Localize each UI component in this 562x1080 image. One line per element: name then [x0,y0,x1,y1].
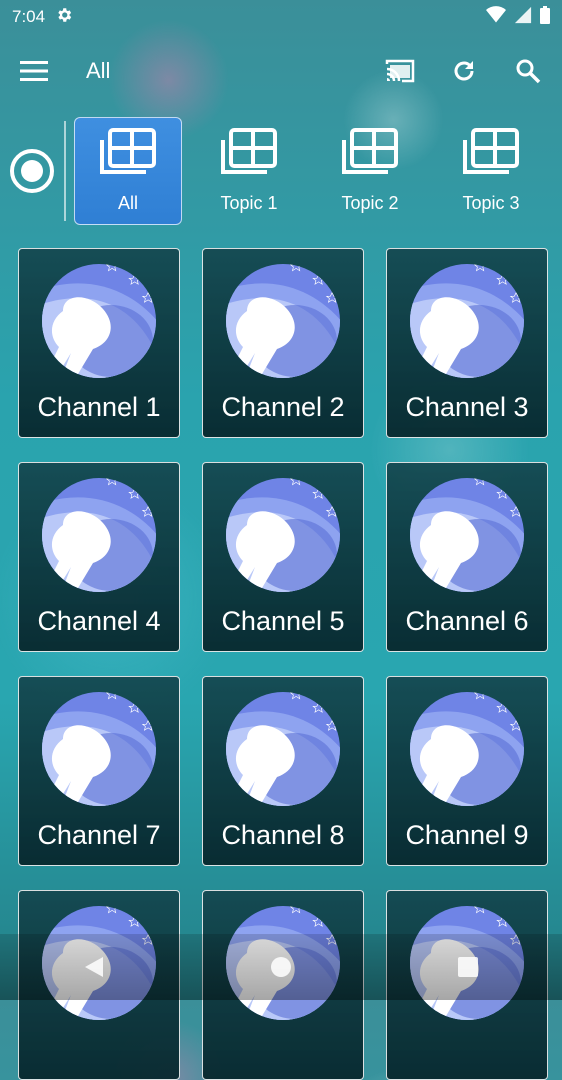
tab-label: All [117,193,138,213]
channel-card[interactable]: Channel 6 [386,462,548,652]
tab-topic-3[interactable]: Topic 3 [437,117,545,225]
tab-divider [64,121,66,221]
channel-card[interactable]: Channel 7 [18,676,180,866]
cast-icon[interactable] [382,53,418,89]
signal-icon [514,6,532,29]
channel-logo-icon [409,263,525,379]
record-icon[interactable] [10,149,54,193]
channel-label: Channel 4 [37,606,161,636]
status-bar: 7:04 [0,0,562,34]
channel-logo-icon [41,691,157,807]
wifi-icon [486,5,506,29]
channel-label: Channel 8 [221,820,345,850]
tab-label: Topic 2 [341,193,399,213]
app-bar: All [0,34,562,108]
recents-icon[interactable] [450,949,486,985]
grid-icon [463,128,519,181]
channel-card[interactable]: Channel 9 [386,676,548,866]
grid-icon [342,128,398,181]
menu-icon[interactable] [16,53,52,89]
channel-logo-icon [409,691,525,807]
back-icon[interactable] [76,949,112,985]
channel-card[interactable]: Channel 3 [386,248,548,438]
channel-logo-icon [41,263,157,379]
grid-icon [100,128,156,181]
tab-topic-1[interactable]: Topic 1 [195,117,303,225]
search-icon[interactable] [510,53,546,89]
channel-card[interactable]: Channel 5 [202,462,364,652]
channel-label: Channel 5 [221,606,345,636]
tab-label: Topic 1 [220,193,278,213]
page-title: All [86,58,111,83]
status-time: 7:04 [12,7,46,26]
home-icon[interactable] [263,949,299,985]
channel-label: Channel 2 [221,392,345,422]
gear-icon [55,6,73,29]
channel-label: Channel 7 [37,820,161,850]
channel-label: Channel 1 [37,392,161,422]
refresh-icon[interactable] [446,53,482,89]
tab-all[interactable]: All [74,117,182,225]
channel-card[interactable]: Channel 4 [18,462,180,652]
channel-card[interactable]: Channel 2 [202,248,364,438]
channel-logo-icon [41,477,157,593]
channel-logo-icon [225,477,341,593]
channel-label: Channel 6 [405,606,529,636]
channel-label: Channel 3 [405,392,529,422]
navigation-bar [0,934,562,1000]
channel-card[interactable]: Channel 1 [18,248,180,438]
channel-logo-icon [225,263,341,379]
tab-topic-2[interactable]: Topic 2 [316,117,424,225]
channel-logo-icon [409,477,525,593]
channel-label: Channel 9 [405,820,529,850]
topic-tabs: All Topic 1 Topic 2 Topic 3 [0,112,562,230]
channel-logo-icon [225,691,341,807]
channel-card[interactable]: Channel 8 [202,676,364,866]
tab-label: Topic 3 [462,193,520,213]
battery-icon [540,5,550,29]
grid-icon [221,128,277,181]
